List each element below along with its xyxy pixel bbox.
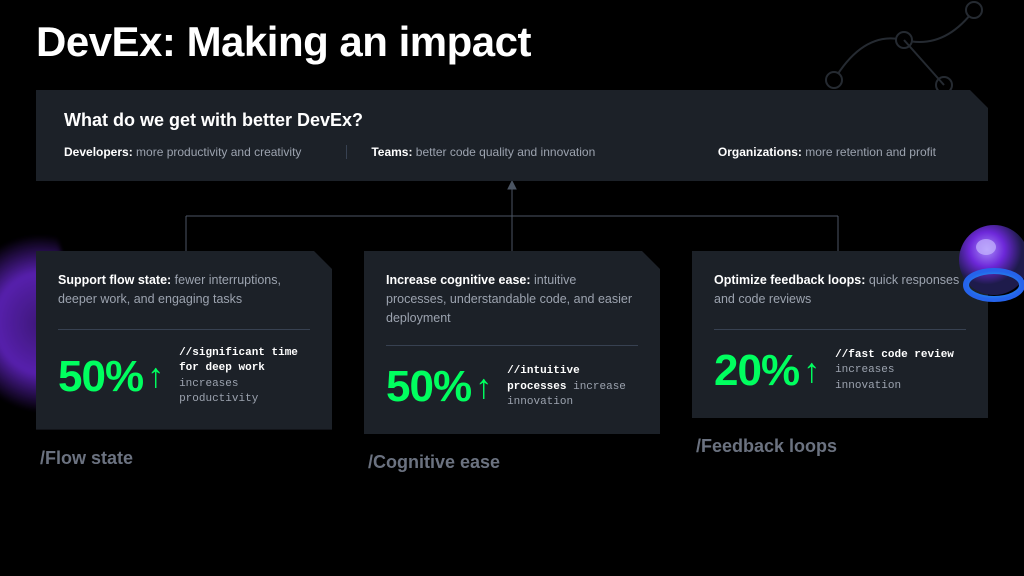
stat-caption: //fast code review increases innovation bbox=[835, 348, 966, 394]
card-divider bbox=[714, 329, 966, 330]
card-tag: /Flow state bbox=[36, 448, 332, 469]
benefit-text: more productivity and creativity bbox=[133, 145, 302, 159]
connector-lines bbox=[36, 181, 988, 251]
top-panel-heading: What do we get with better DevEx? bbox=[64, 110, 960, 131]
benefit-teams: Teams: better code quality and innovatio… bbox=[346, 145, 653, 159]
card-tag: /Feedback loops bbox=[692, 436, 988, 457]
card-body: Increase cognitive ease: intuitive proce… bbox=[364, 251, 660, 434]
card-heading: Support flow state: fewer interruptions,… bbox=[58, 271, 310, 311]
arrow-up-icon: ↑ bbox=[803, 352, 819, 391]
card-stat-row: 50%↑ //intuitive processes increase inno… bbox=[386, 362, 638, 412]
card-heading-label: Increase cognitive ease: bbox=[386, 273, 531, 287]
arrow-up-icon: ↑ bbox=[147, 357, 163, 396]
stat-value: 20%↑ bbox=[714, 346, 819, 396]
benefit-text: better code quality and innovation bbox=[412, 145, 595, 159]
stat-caption-bold: //significant time for deep work bbox=[179, 347, 298, 374]
stat-caption: //significant time for deep work increas… bbox=[179, 346, 310, 408]
top-summary-panel: What do we get with better DevEx? Develo… bbox=[36, 90, 988, 181]
card-heading-label: Support flow state: bbox=[58, 273, 171, 287]
card-heading: Optimize feedback loops: quick responses… bbox=[714, 271, 966, 311]
stat-caption-rest: increases innovation bbox=[835, 364, 901, 391]
card-heading: Increase cognitive ease: intuitive proce… bbox=[386, 271, 638, 327]
decorative-orb-right bbox=[944, 215, 1024, 315]
stat-caption: //intuitive processes increase innovatio… bbox=[507, 364, 638, 410]
stat-caption-rest: increases productivity bbox=[179, 378, 258, 405]
card-stat-row: 20%↑ //fast code review increases innova… bbox=[714, 346, 966, 396]
benefits-row: Developers: more productivity and creati… bbox=[64, 145, 960, 159]
stat-value: 50%↑ bbox=[386, 362, 491, 412]
card-tag: /Cognitive ease bbox=[364, 452, 660, 473]
benefit-label: Teams: bbox=[371, 145, 412, 159]
stat-number: 50% bbox=[58, 352, 143, 402]
stat-value: 50%↑ bbox=[58, 352, 163, 402]
card-heading-label: Optimize feedback loops: bbox=[714, 273, 865, 287]
arrow-up-icon: ↑ bbox=[475, 368, 491, 407]
benefit-text: more retention and profit bbox=[802, 145, 936, 159]
benefit-label: Organizations: bbox=[718, 145, 802, 159]
card-divider bbox=[58, 329, 310, 330]
benefit-label: Developers: bbox=[64, 145, 133, 159]
stat-number: 20% bbox=[714, 346, 799, 396]
stat-caption-bold: //fast code review bbox=[835, 349, 954, 361]
card-stat-row: 50%↑ //significant time for deep work in… bbox=[58, 346, 310, 408]
card-cognitive-ease: Increase cognitive ease: intuitive proce… bbox=[364, 251, 660, 473]
cards-row: Support flow state: fewer interruptions,… bbox=[36, 251, 988, 473]
benefit-developers: Developers: more productivity and creati… bbox=[64, 145, 346, 159]
stat-number: 50% bbox=[386, 362, 471, 412]
card-body: Support flow state: fewer interruptions,… bbox=[36, 251, 332, 430]
benefit-organizations: Organizations: more retention and profit bbox=[654, 145, 960, 159]
card-flow-state: Support flow state: fewer interruptions,… bbox=[36, 251, 332, 473]
card-divider bbox=[386, 345, 638, 346]
